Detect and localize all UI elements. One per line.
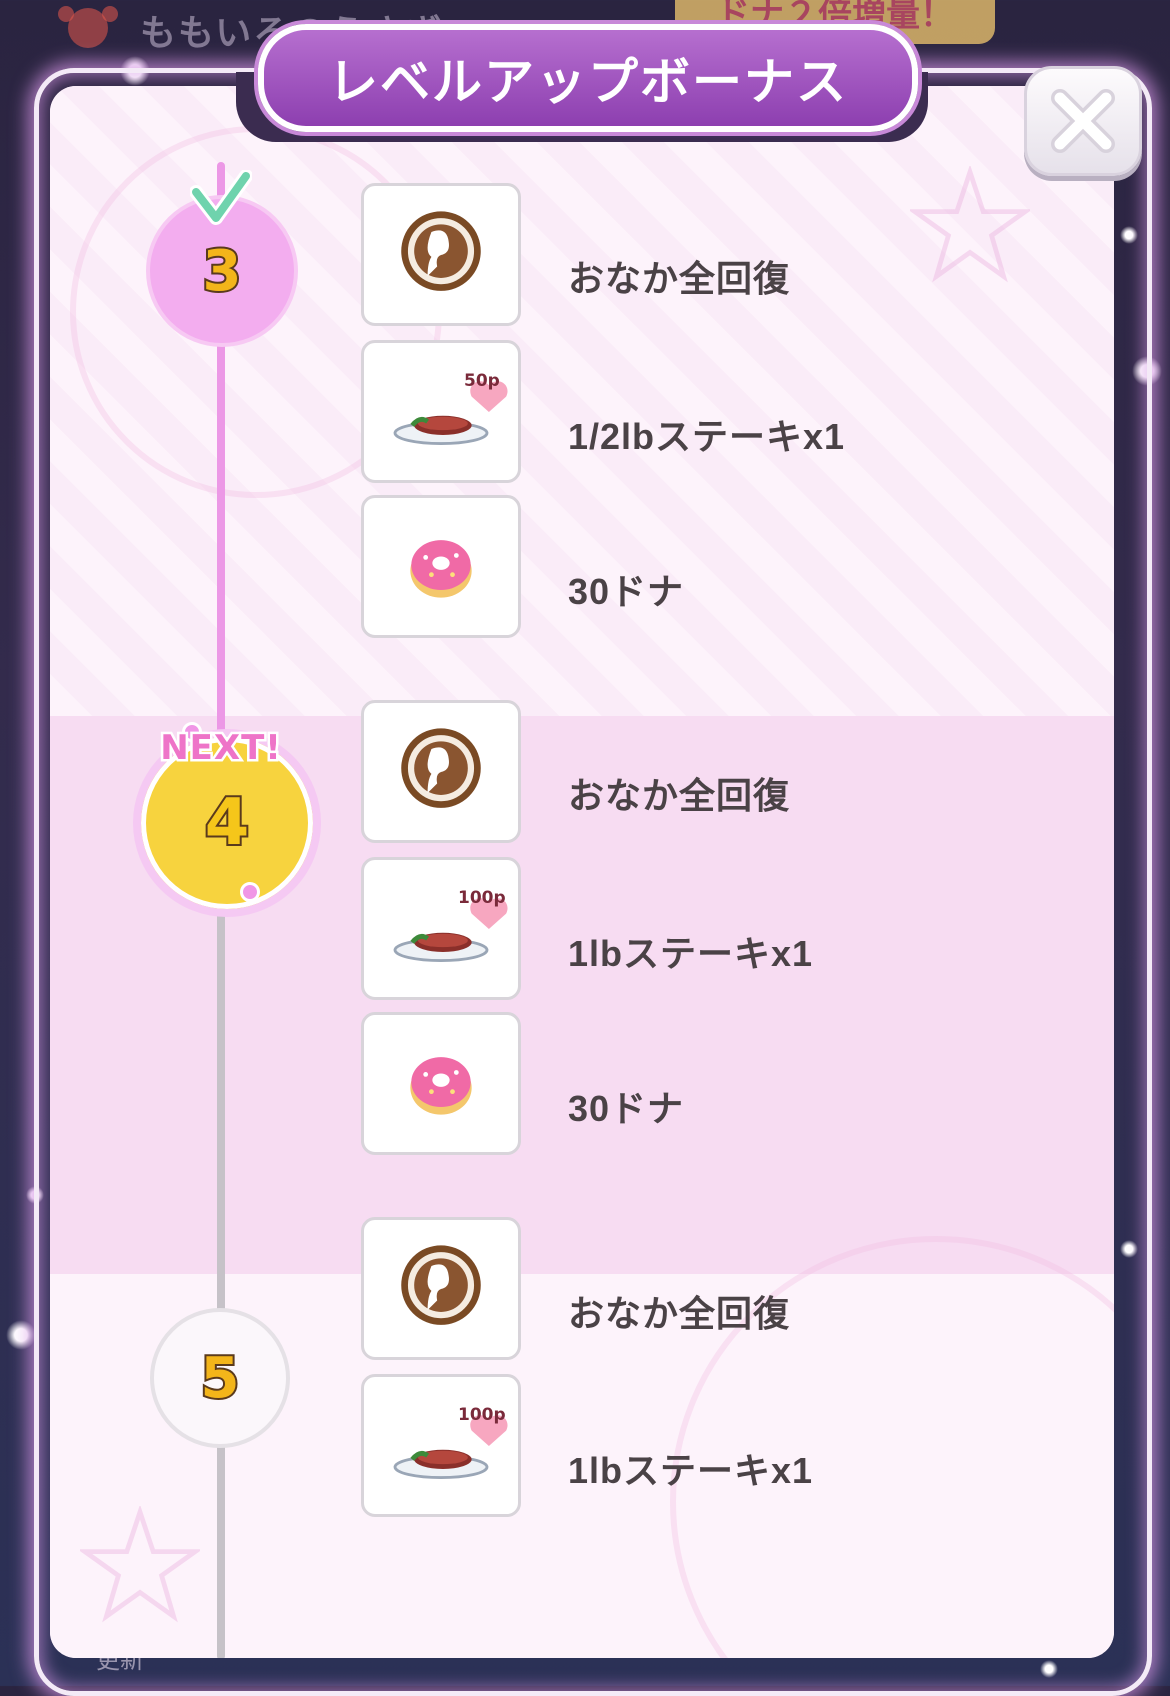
points-badge: 100p [458,1405,506,1425]
level-number: 4 [203,784,251,862]
reward-item [361,700,521,843]
reward-item [361,183,521,326]
reward-label: 30ドナ [568,571,685,612]
modal-title-banner: レベルアップボーナス [258,24,918,132]
donut-icon [410,540,472,598]
reward-label: おなか全回復 [568,1293,791,1334]
steak-one-lb-icon [364,1415,508,1514]
reward-label: 1/2lbステーキx1 [568,416,846,457]
node-accent-dot [240,882,260,902]
checkmark-icon [190,170,252,225]
reward-label: 1lbステーキx1 [568,933,814,974]
stomach-restore-icon [364,1220,518,1357]
points-badge: 50p [464,371,500,391]
level-number: 3 [201,237,244,306]
sparkle-icon [6,1320,36,1350]
star-outline-icon [910,166,1030,283]
reward-label: おなか全回復 [568,258,791,299]
timeline-line-upcoming [217,1440,225,1658]
reward-item: 100p [361,857,521,1000]
reward-label: おなか全回復 [568,775,791,816]
crab-icon [58,6,118,48]
reward-item: 50p [361,340,521,483]
level-number: 5 [199,1344,242,1413]
steak-half-lb-icon [364,381,508,480]
reward-item: 100p [361,1374,521,1517]
stomach-restore-icon [364,703,518,840]
next-level-badge: NEXT! [158,726,284,771]
stomach-restore-icon [364,186,518,323]
star-outline-icon [80,1506,200,1623]
reward-label: 1lbステーキx1 [568,1450,814,1491]
close-x-icon [1051,89,1115,153]
modal-title: レベルアップボーナス [328,53,848,111]
reward-label: 30ドナ [568,1088,685,1129]
close-button[interactable] [1024,66,1142,176]
reward-item [361,1012,521,1155]
level-node-5: 5 [150,1308,290,1448]
reward-item [361,495,521,638]
donut-icon [410,1057,472,1115]
reward-item [361,1217,521,1360]
steak-one-lb-icon [364,898,508,997]
points-badge: 100p [458,888,506,908]
